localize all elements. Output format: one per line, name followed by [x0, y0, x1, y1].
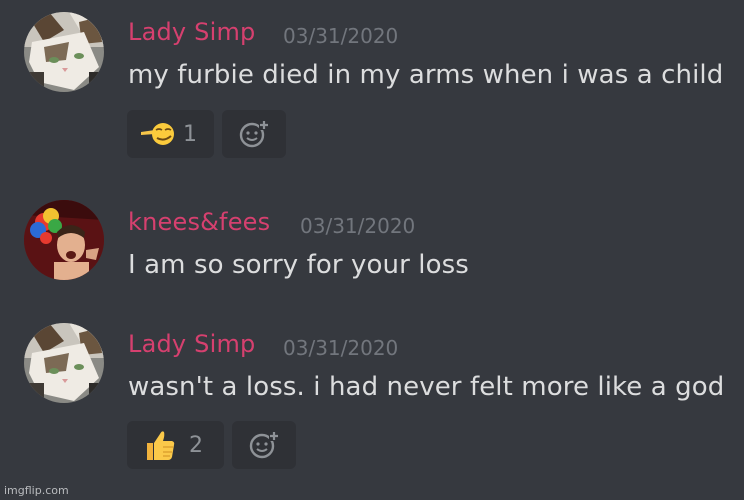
clown-wig-person-avatar[interactable] [24, 200, 104, 280]
add-reaction-icon [249, 430, 279, 460]
watermark: imgflip.com [4, 484, 69, 497]
smirking-face-emoji [141, 122, 175, 146]
cat-avatar[interactable] [24, 323, 104, 403]
add-reaction-icon [239, 119, 269, 149]
reaction-count: 1 [183, 121, 197, 147]
message-text: wasn't a loss. i had never felt more lik… [128, 372, 725, 402]
username[interactable]: knees&fees [128, 208, 270, 236]
add-reaction-button[interactable] [232, 421, 296, 469]
timestamp: 03/31/2020 [283, 336, 399, 360]
add-reaction-button[interactable] [222, 110, 286, 158]
reaction-smirk[interactable]: 1 [127, 110, 214, 158]
timestamp: 03/31/2020 [300, 214, 416, 238]
timestamp: 03/31/2020 [283, 24, 399, 48]
reaction-count: 2 [189, 432, 203, 458]
message-text: my furbie died in my arms when i was a c… [128, 60, 724, 90]
cat-avatar[interactable] [24, 12, 104, 92]
message-text: I am so sorry for your loss [128, 250, 469, 280]
thumbs-up-emoji [143, 428, 177, 462]
username[interactable]: Lady Simp [128, 330, 255, 358]
username[interactable]: Lady Simp [128, 18, 255, 46]
reaction-thumbs-up[interactable]: 2 [127, 421, 224, 469]
